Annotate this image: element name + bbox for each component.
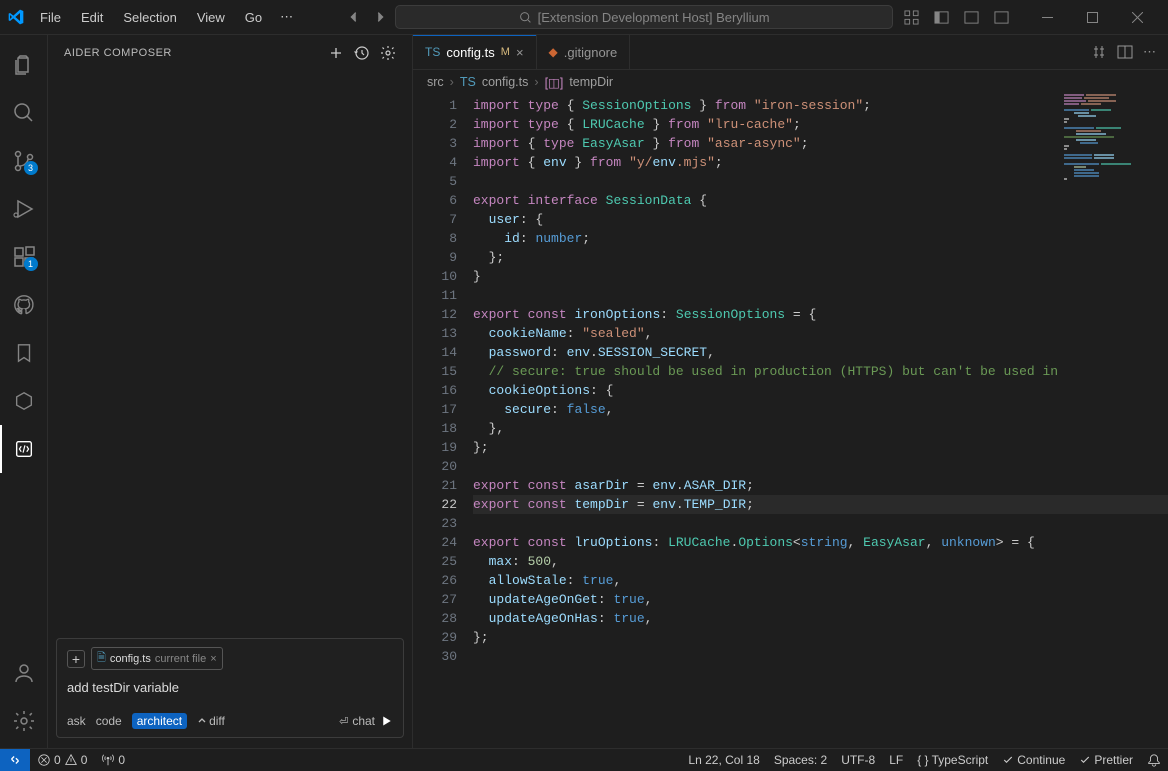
- status-bar: 0 0 0 Ln 22, Col 18 Spaces: 2 UTF-8 LF {…: [0, 748, 1168, 770]
- file-icon: 🗎: [97, 649, 106, 668]
- status-ports[interactable]: 0: [94, 753, 132, 767]
- split-editor-icon[interactable]: [1117, 44, 1133, 60]
- editor-area: TS config.ts M × ◆ .gitignore ⋯ src › TS…: [413, 35, 1168, 748]
- activity-settings-icon[interactable]: [0, 700, 48, 748]
- activity-github-icon[interactable]: [0, 281, 48, 329]
- chip-subtitle: current file: [155, 653, 206, 665]
- tab-config[interactable]: TS config.ts M ×: [413, 35, 537, 69]
- status-cursor[interactable]: Ln 22, Col 18: [681, 753, 766, 767]
- tab-gitignore[interactable]: ◆ .gitignore: [537, 35, 631, 69]
- status-errors[interactable]: 0 0: [30, 753, 94, 767]
- cursor-icon: [381, 715, 393, 727]
- modified-indicator: M: [501, 46, 510, 58]
- chip-filename: config.ts: [110, 653, 151, 665]
- layout-panel-icon[interactable]: [957, 3, 985, 31]
- settings-icon[interactable]: [380, 45, 396, 61]
- activity-search-icon[interactable]: [0, 89, 48, 137]
- activity-source-control-icon[interactable]: 3: [0, 137, 48, 185]
- breadcrumb-symbol[interactable]: tempDir: [569, 75, 613, 89]
- chat-box: + 🗎 config.ts current file × add testDir…: [56, 638, 404, 738]
- activity-explorer-icon[interactable]: [0, 41, 48, 89]
- compare-changes-icon[interactable]: [1091, 44, 1107, 60]
- minimap[interactable]: [1064, 94, 1154, 184]
- command-center-text: [Extension Development Host] Beryllium: [538, 10, 770, 25]
- mode-ask[interactable]: ask: [67, 714, 86, 728]
- sidebar-header: AIDER COMPOSER: [48, 35, 412, 70]
- menu-go[interactable]: Go: [237, 6, 270, 29]
- status-continue[interactable]: Continue: [995, 753, 1072, 767]
- activity-bar: 3 1: [0, 35, 48, 748]
- braces-icon: { }: [917, 753, 928, 767]
- error-icon: [37, 753, 51, 767]
- more-actions-icon[interactable]: ⋯: [1143, 44, 1156, 60]
- layout-sidebar-right-icon[interactable]: [987, 3, 1015, 31]
- status-notifications-icon[interactable]: [1140, 753, 1168, 767]
- activity-accounts-icon[interactable]: [0, 652, 48, 700]
- mode-architect[interactable]: architect: [132, 713, 187, 729]
- activity-aider-icon[interactable]: [0, 425, 48, 473]
- typescript-icon: TS: [425, 45, 440, 59]
- remote-indicator[interactable]: [0, 749, 30, 771]
- breadcrumb-file[interactable]: config.ts: [482, 75, 529, 89]
- activity-hex-icon[interactable]: [0, 377, 48, 425]
- status-language[interactable]: { } TypeScript: [910, 753, 995, 767]
- menu-file[interactable]: File: [32, 6, 69, 29]
- status-eol[interactable]: LF: [882, 753, 910, 767]
- menu-more-icon[interactable]: ⋯: [274, 5, 299, 29]
- vscode-logo-icon: [8, 9, 24, 25]
- chip-add-button[interactable]: +: [67, 650, 85, 668]
- sidebar: AIDER COMPOSER + 🗎 config.ts current fil…: [48, 35, 413, 748]
- menu-selection[interactable]: Selection: [115, 6, 184, 29]
- chat-send-button[interactable]: ⏎ chat: [339, 714, 393, 728]
- nav-forward-icon[interactable]: [369, 6, 391, 28]
- scm-badge: 3: [24, 161, 38, 175]
- warning-icon: [64, 753, 78, 767]
- symbol-variable-icon: [◫]: [545, 75, 564, 90]
- line-gutter: 1234567891011121314151617181920212223242…: [413, 94, 473, 748]
- code-editor[interactable]: 1234567891011121314151617181920212223242…: [413, 94, 1168, 748]
- activity-bookmark-icon[interactable]: [0, 329, 48, 377]
- history-icon[interactable]: [354, 45, 370, 61]
- check-icon: [1079, 754, 1091, 766]
- tab-label: config.ts: [446, 45, 494, 60]
- chat-input[interactable]: add testDir variable: [67, 680, 393, 695]
- title-bar: File Edit Selection View Go ⋯ [Extension…: [0, 0, 1168, 35]
- search-icon: [519, 11, 532, 24]
- file-chip[interactable]: 🗎 config.ts current file ×: [91, 647, 223, 670]
- chevron-up-icon: [197, 716, 207, 726]
- layout-sidebar-left-icon[interactable]: [927, 3, 955, 31]
- mode-diff[interactable]: diff: [197, 714, 225, 728]
- window-minimize-icon[interactable]: [1025, 0, 1070, 35]
- code-content[interactable]: import type { SessionOptions } from "iro…: [473, 94, 1168, 748]
- command-center[interactable]: [Extension Development Host] Beryllium: [395, 5, 893, 29]
- tab-label: .gitignore: [564, 45, 617, 60]
- window-close-icon[interactable]: [1115, 0, 1160, 35]
- nav-back-icon[interactable]: [343, 6, 365, 28]
- activity-extensions-icon[interactable]: 1: [0, 233, 48, 281]
- breadcrumb-folder[interactable]: src: [427, 75, 444, 89]
- breadcrumb[interactable]: src › TS config.ts › [◫] tempDir: [413, 70, 1168, 94]
- status-encoding[interactable]: UTF-8: [834, 753, 882, 767]
- sidebar-title: AIDER COMPOSER: [64, 47, 172, 59]
- menu-view[interactable]: View: [189, 6, 233, 29]
- radio-tower-icon: [101, 753, 115, 767]
- mode-code[interactable]: code: [96, 714, 122, 728]
- tab-bar: TS config.ts M × ◆ .gitignore ⋯: [413, 35, 1168, 70]
- tab-close-icon[interactable]: ×: [516, 45, 524, 60]
- extensions-badge: 1: [24, 257, 38, 271]
- sidebar-content: [48, 70, 412, 630]
- gitignore-icon: ◆: [549, 45, 558, 59]
- status-prettier[interactable]: Prettier: [1072, 753, 1140, 767]
- menu-edit[interactable]: Edit: [73, 6, 111, 29]
- check-icon: [1002, 754, 1014, 766]
- layout-customize-icon[interactable]: [897, 3, 925, 31]
- activity-debug-icon[interactable]: [0, 185, 48, 233]
- new-chat-icon[interactable]: [328, 45, 344, 61]
- typescript-icon: TS: [460, 75, 476, 89]
- chip-close-icon[interactable]: ×: [210, 653, 216, 665]
- window-maximize-icon[interactable]: [1070, 0, 1115, 35]
- status-indent[interactable]: Spaces: 2: [767, 753, 834, 767]
